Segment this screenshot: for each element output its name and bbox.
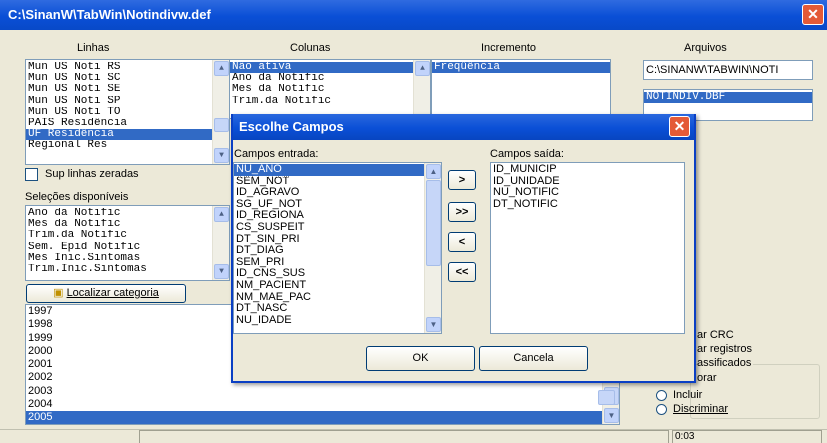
selecao-item[interactable]: Ano da Notific: [26, 208, 229, 219]
classificados-label: assificados: [697, 357, 754, 369]
linhas-list[interactable]: Mun US Noti RS Mun US Noti SC Mun US Noti …: [25, 59, 230, 165]
linhas-item[interactable]: Mun US Noti SC: [26, 73, 229, 84]
incremento-list[interactable]: Freqüência: [431, 59, 611, 119]
year-item[interactable]: 2005: [26, 411, 619, 424]
selecao-item[interactable]: Mes da Notific: [26, 219, 229, 230]
campo-entrada-item[interactable]: ID_AGRAVO: [234, 187, 441, 199]
incluir-label[interactable]: Incluir: [673, 389, 702, 401]
selecao-item[interactable]: Mes Inic.Sintomas: [26, 253, 229, 264]
discriminar-label[interactable]: Discriminar: [673, 403, 728, 415]
sup-linhas-label: Sup linhas zeradas: [45, 168, 139, 180]
linhas-item[interactable]: PAIS Residência: [26, 118, 229, 129]
campo-entrada-item[interactable]: NU_IDADE: [234, 315, 441, 327]
scroll-down-icon[interactable]: ▼: [426, 317, 441, 332]
campo-entrada-item[interactable]: DT_DIAG: [234, 245, 441, 257]
campo-entrada-item[interactable]: SG_UF_NOT: [234, 199, 441, 211]
scroll-up-icon[interactable]: ▲: [415, 61, 430, 76]
campo-entrada-item[interactable]: CS_SUSPEIT: [234, 222, 441, 234]
arquivos-label: Arquivos: [684, 42, 727, 54]
move-one-button[interactable]: >: [448, 170, 476, 190]
linhas-item[interactable]: Mun US Noti SP: [26, 96, 229, 107]
crc-option-label[interactable]: ar CRC: [697, 329, 734, 341]
localizar-categoria-button[interactable]: ▣ Localizar categoria: [26, 284, 186, 303]
scroll-thumb[interactable]: [426, 180, 441, 266]
localizar-categoria-label: Localizar categoria: [66, 287, 159, 299]
colunas-item[interactable]: Mes da Notific: [230, 84, 430, 95]
campo-entrada-item[interactable]: NM_PACIENT: [234, 280, 441, 292]
close-icon[interactable]: ✕: [802, 4, 824, 25]
campo-saida-item[interactable]: ID_MUNICIP: [491, 164, 684, 176]
colunas-item[interactable]: Trim.da Notific: [230, 96, 430, 107]
campos-entrada-label: Campos entrada:: [234, 148, 319, 160]
escolhe-campos-dialog: Escolhe Campos ✕ Campos entrada: Campos …: [231, 114, 696, 383]
scroll-up-icon[interactable]: ▲: [214, 61, 229, 76]
dialog-close-icon[interactable]: ✕: [669, 116, 690, 137]
campo-entrada-item[interactable]: DT_SIN_PRI: [234, 234, 441, 246]
colunas-item[interactable]: Não ativa: [230, 62, 430, 74]
campo-saida-item[interactable]: NU_NOTIFIC: [491, 187, 684, 199]
registros-option-label[interactable]: ar registros: [697, 343, 752, 355]
find-folder-icon: ▣: [53, 287, 64, 299]
incremento-item[interactable]: Freqüência: [432, 62, 610, 74]
ok-button[interactable]: OK: [366, 346, 475, 371]
scroll-up-icon[interactable]: ▲: [426, 164, 441, 179]
selecao-item[interactable]: Trim.da Notific: [26, 230, 229, 241]
back-one-button[interactable]: <: [448, 232, 476, 252]
campos-entrada-list[interactable]: NU_ANO SEM_NOT ID_AGRAVO SG_UF_NOT ID_REGION…: [233, 162, 442, 334]
linhas-item[interactable]: UF Residência: [26, 129, 229, 141]
campo-entrada-item[interactable]: DT_NASC: [234, 303, 441, 315]
scroll-up-icon[interactable]: ▲: [214, 207, 229, 222]
scroll-down-icon[interactable]: ▼: [604, 408, 619, 423]
scroll-down-icon[interactable]: ▼: [214, 264, 229, 279]
campo-entrada-item[interactable]: NU_ANO: [234, 163, 441, 177]
linhas-scrollbar[interactable]: ▲ ▼: [212, 60, 229, 164]
move-all-button[interactable]: >>: [448, 202, 476, 222]
status-panel: [139, 430, 669, 443]
year-item[interactable]: 2003: [26, 385, 619, 398]
linhas-item[interactable]: Mun US Noti RS: [26, 62, 229, 73]
campo-entrada-item[interactable]: ID_CNS_SUS: [234, 268, 441, 280]
status-time: 0:03: [672, 430, 822, 443]
colunas-item[interactable]: Ano da Notific: [230, 73, 430, 84]
arquivos-path: C:\SINANW\TABWIN\NOTI: [643, 60, 813, 80]
selecoes-scrollbar[interactable]: ▲ ▼: [212, 206, 229, 280]
campo-entrada-item[interactable]: NM_MAE_PAC: [234, 292, 441, 304]
colunas-list[interactable]: Não ativa Ano da Notific Mes da Notific Tri…: [229, 59, 431, 119]
campo-entrada-item[interactable]: SEM_PRI: [234, 257, 441, 269]
selecao-item[interactable]: Trim.Inic.Sintomas: [26, 264, 229, 275]
year-item[interactable]: 2004: [26, 398, 619, 411]
selecoes-label: Seleções disponíveis: [25, 191, 129, 203]
colunas-scrollbar[interactable]: ▲: [413, 60, 430, 118]
arquivo-item[interactable]: NOTINDIV.DBF: [644, 92, 812, 104]
window-title: C:\SinanW\TabWin\Notindivw.def: [8, 7, 211, 22]
selecoes-list[interactable]: Ano da Notific Mes da Notific Trim.da Noti…: [25, 205, 230, 281]
incremento-label: Incremento: [481, 42, 537, 54]
campo-entrada-item[interactable]: ID_REGIONA: [234, 210, 441, 222]
linhas-item[interactable]: Mun US Noti SE: [26, 84, 229, 95]
colunas-label: Colunas: [290, 42, 331, 54]
scroll-thumb[interactable]: [214, 118, 229, 132]
scroll-down-icon[interactable]: ▼: [214, 148, 229, 163]
dialog-title: Escolhe Campos: [239, 119, 344, 134]
entrada-scrollbar[interactable]: ▲ ▼: [424, 163, 441, 333]
linhas-item[interactable]: Mun US Noti TO: [26, 107, 229, 118]
window-title-bar: C:\SinanW\TabWin\Notindivw.def: [0, 0, 827, 30]
discriminar-radio[interactable]: [656, 404, 667, 418]
selecao-item[interactable]: Sem. Epid Notific: [26, 242, 229, 253]
linhas-item[interactable]: Regional Res: [26, 140, 229, 151]
ignorar-option-label[interactable]: orar: [697, 372, 717, 384]
side-button[interactable]: [598, 390, 615, 405]
campos-saida-label: Campos saída:: [490, 148, 564, 160]
sup-linhas-checkbox[interactable]: [25, 168, 38, 181]
back-all-button[interactable]: <<: [448, 262, 476, 282]
campo-saida-item[interactable]: ID_UNIDADE: [491, 176, 684, 188]
linhas-label: Linhas: [77, 42, 110, 54]
cancel-button[interactable]: Cancela: [479, 346, 588, 371]
campo-entrada-item[interactable]: SEM_NOT: [234, 176, 441, 188]
campos-saida-list[interactable]: ID_MUNICIP ID_UNIDADE NU_NOTIFIC DT_NOTIFIC: [490, 162, 685, 334]
incluir-radio[interactable]: [656, 390, 667, 404]
dialog-title-bar: Escolhe Campos: [233, 114, 694, 140]
campo-saida-item[interactable]: DT_NOTIFIC: [491, 199, 684, 211]
